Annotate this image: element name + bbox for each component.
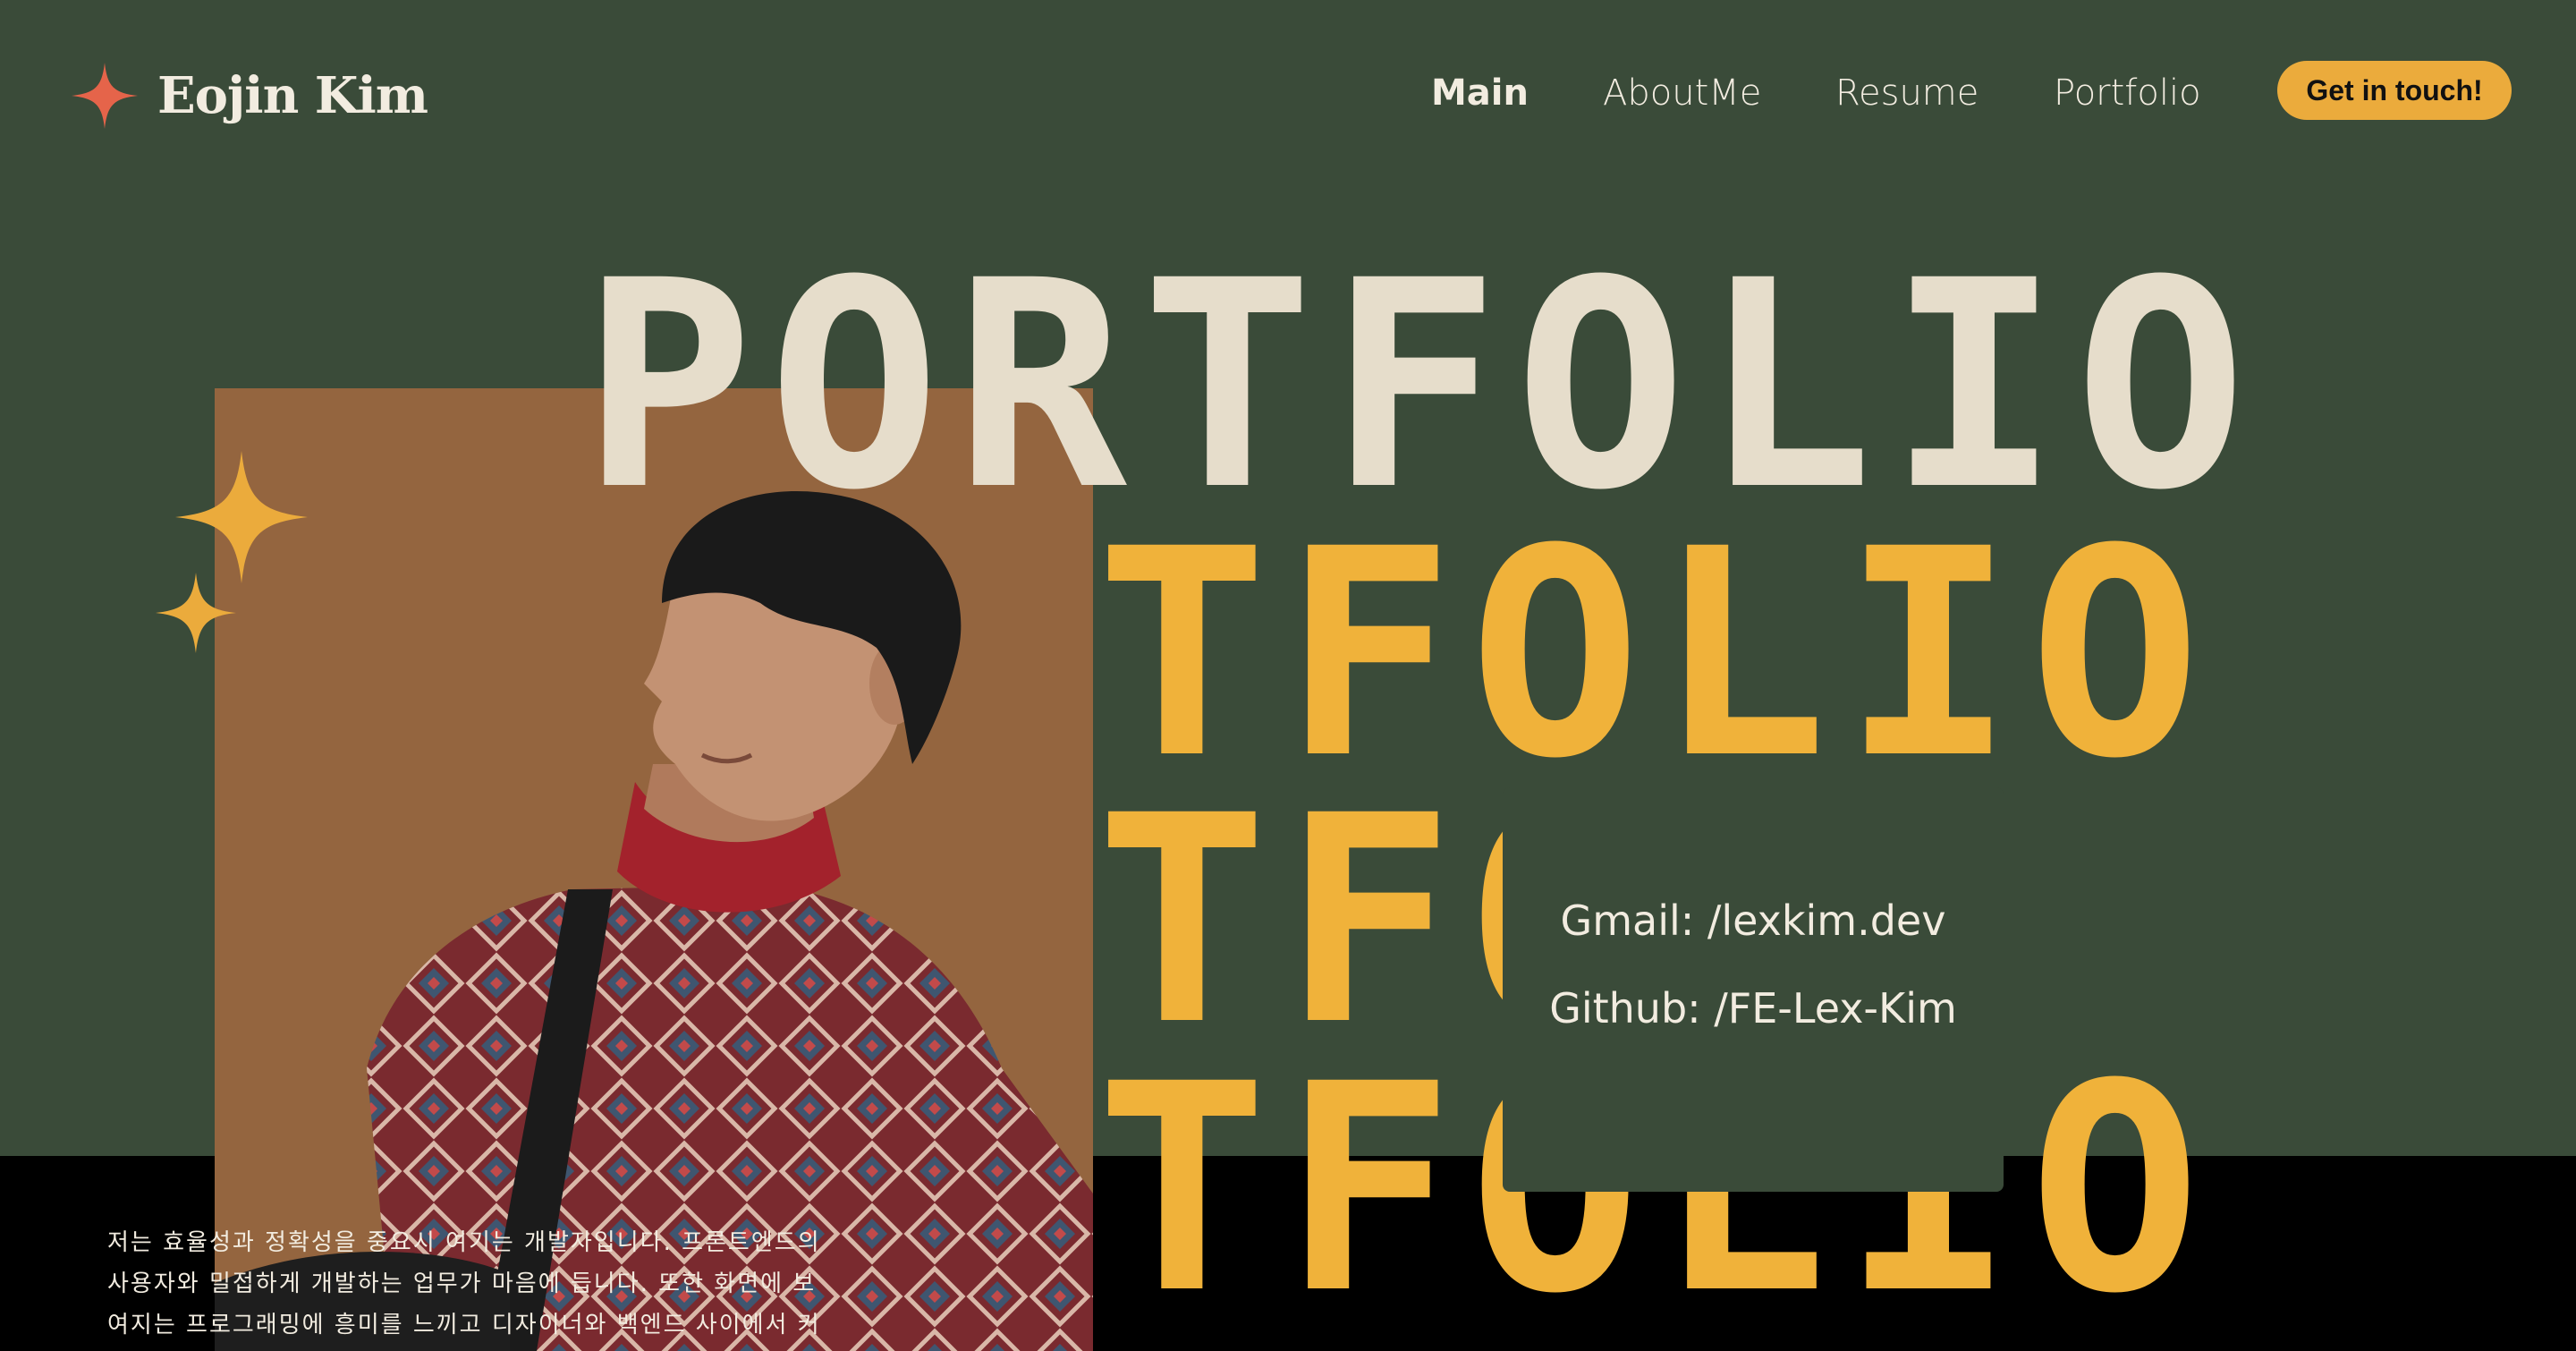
four-point-star-icon: [72, 63, 138, 129]
logo[interactable]: Eojin Kim: [72, 63, 428, 129]
contact-card: Gmail: /lexkim.dev Github: /FE-Lex-Kim: [1503, 787, 2004, 1192]
get-in-touch-button[interactable]: Get in touch!: [2277, 61, 2512, 120]
github-link[interactable]: Github: /FE-Lex-Kim: [1503, 984, 2004, 1032]
sparkle-small-icon: [156, 573, 236, 658]
sparkle-large-icon: [175, 451, 308, 588]
nav-item-portfolio[interactable]: Portfolio: [2054, 72, 2201, 114]
nav-item-aboutme[interactable]: AboutMe: [1603, 72, 1761, 114]
gmail-link[interactable]: Gmail: /lexkim.dev: [1503, 896, 2004, 945]
nav-item-resume[interactable]: Resume: [1835, 72, 1979, 114]
portrait-photo: [215, 388, 1093, 1351]
nav-item-main[interactable]: Main: [1431, 72, 1529, 114]
portfolio-page: Eojin Kim Main AboutMe Resume Portfolio …: [0, 0, 2576, 1351]
intro-paragraph: 저는 효율성과 정확성을 중요시 여기는 개발자입니다. 프론트엔드의 사용자와…: [107, 1229, 821, 1338]
logo-text: Eojin Kim: [157, 66, 428, 125]
